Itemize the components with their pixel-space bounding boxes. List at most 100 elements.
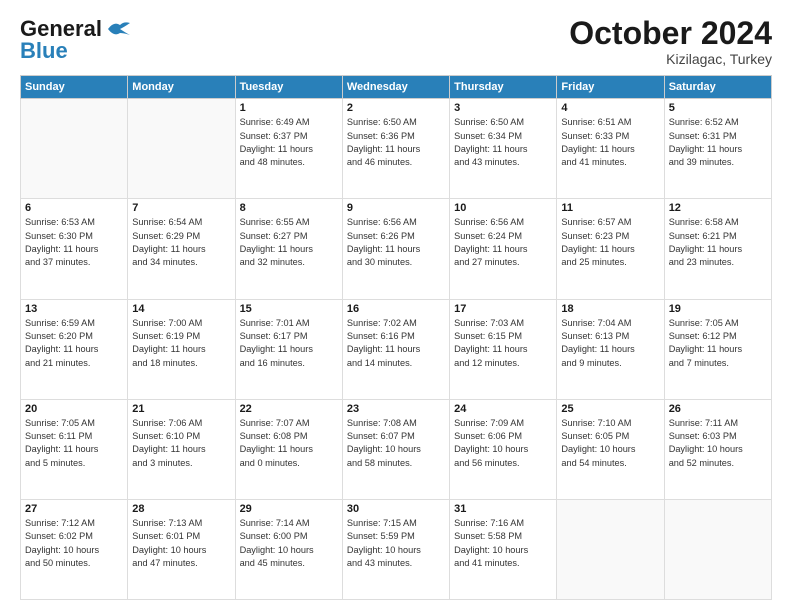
day-number: 28 <box>132 503 230 515</box>
cell-w4-d4: 24 Sunrise: 7:09 AMSunset: 6:06 PMDayligh… <box>450 399 557 499</box>
day-info: Sunrise: 7:06 AMSunset: 6:10 PMDaylight:… <box>132 417 230 470</box>
day-info: Sunrise: 7:10 AMSunset: 6:05 PMDaylight:… <box>561 417 659 470</box>
day-info: Sunrise: 7:08 AMSunset: 6:07 PMDaylight:… <box>347 417 445 470</box>
day-number: 15 <box>240 303 338 315</box>
week-row-4: 20Sunrise: 7:05 AMSunset: 6:11 PMDayligh… <box>21 399 772 499</box>
day-number: 27 <box>25 503 123 515</box>
day-info: Sunrise: 6:55 AMSunset: 6:27 PMDaylight:… <box>240 216 338 269</box>
day-info: Sunrise: 7:03 AMSunset: 6:15 PMDaylight:… <box>454 317 552 370</box>
day-info: Sunrise: 7:16 AMSunset: 5:58 PMDaylight:… <box>454 517 552 570</box>
day-number: 26 <box>669 403 767 415</box>
cell-w4-d3: 23Sunrise: 7:08 AMSunset: 6:07 PMDayligh… <box>342 399 449 499</box>
cell-w1-d6: 5 Sunrise: 6:52 AMSunset: 6:31 PMDaylight… <box>664 99 771 199</box>
day-number: 29 <box>240 503 338 515</box>
cell-w2-d3: 9 Sunrise: 6:56 AMSunset: 6:26 PMDaylight… <box>342 199 449 299</box>
day-number: 13 <box>25 303 123 315</box>
cell-w3-d1: 14 Sunrise: 7:00 AMSunset: 6:19 PMDayligh… <box>128 299 235 399</box>
cell-w2-d0: 6 Sunrise: 6:53 AMSunset: 6:30 PMDaylight… <box>21 199 128 299</box>
day-info: Sunrise: 7:12 AMSunset: 6:02 PMDaylight:… <box>25 517 123 570</box>
cell-w3-d4: 17 Sunrise: 7:03 AMSunset: 6:15 PMDayligh… <box>450 299 557 399</box>
day-number: 25 <box>561 403 659 415</box>
cell-w2-d6: 12 Sunrise: 6:58 AMSunset: 6:21 PMDayligh… <box>664 199 771 299</box>
cell-w1-d5: 4 Sunrise: 6:51 AMSunset: 6:33 PMDaylight… <box>557 99 664 199</box>
cell-w1-d2: 1 Sunrise: 6:49 AMSunset: 6:37 PMDaylight… <box>235 99 342 199</box>
day-info: Sunrise: 7:00 AMSunset: 6:19 PMDaylight:… <box>132 317 230 370</box>
day-number: 5 <box>669 102 767 114</box>
page: General Blue October 2024 Kizilagac, Tur… <box>0 0 792 612</box>
cell-w1-d1 <box>128 99 235 199</box>
cell-w3-d5: 18Sunrise: 7:04 AMSunset: 6:13 PMDayligh… <box>557 299 664 399</box>
day-info: Sunrise: 6:56 AMSunset: 6:26 PMDaylight:… <box>347 216 445 269</box>
col-wednesday: Wednesday <box>342 76 449 99</box>
col-saturday: Saturday <box>664 76 771 99</box>
day-number: 14 <box>132 303 230 315</box>
week-row-5: 27 Sunrise: 7:12 AMSunset: 6:02 PMDayligh… <box>21 499 772 599</box>
cell-w5-d1: 28 Sunrise: 7:13 AMSunset: 6:01 PMDayligh… <box>128 499 235 599</box>
cell-w3-d2: 15 Sunrise: 7:01 AMSunset: 6:17 PMDayligh… <box>235 299 342 399</box>
day-number: 24 <box>454 403 552 415</box>
day-info: Sunrise: 6:51 AMSunset: 6:33 PMDaylight:… <box>561 116 659 169</box>
cell-w4-d6: 26 Sunrise: 7:11 AMSunset: 6:03 PMDayligh… <box>664 399 771 499</box>
cell-w5-d5 <box>557 499 664 599</box>
cell-w2-d1: 7Sunrise: 6:54 AMSunset: 6:29 PMDaylight… <box>128 199 235 299</box>
day-number: 8 <box>240 202 338 214</box>
location-subtitle: Kizilagac, Turkey <box>569 51 772 67</box>
day-number: 7 <box>132 202 230 214</box>
day-info: Sunrise: 7:05 AMSunset: 6:12 PMDaylight:… <box>669 317 767 370</box>
day-info: Sunrise: 6:49 AMSunset: 6:37 PMDaylight:… <box>240 116 338 169</box>
day-number: 31 <box>454 503 552 515</box>
day-number: 11 <box>561 202 659 214</box>
day-number: 9 <box>347 202 445 214</box>
week-row-2: 6 Sunrise: 6:53 AMSunset: 6:30 PMDaylight… <box>21 199 772 299</box>
col-monday: Monday <box>128 76 235 99</box>
title-block: October 2024 Kizilagac, Turkey <box>569 16 772 67</box>
day-info: Sunrise: 6:53 AMSunset: 6:30 PMDaylight:… <box>25 216 123 269</box>
day-number: 20 <box>25 403 123 415</box>
day-info: Sunrise: 6:57 AMSunset: 6:23 PMDaylight:… <box>561 216 659 269</box>
day-info: Sunrise: 7:09 AMSunset: 6:06 PMDaylight:… <box>454 417 552 470</box>
day-number: 17 <box>454 303 552 315</box>
day-number: 3 <box>454 102 552 114</box>
day-info: Sunrise: 7:11 AMSunset: 6:03 PMDaylight:… <box>669 417 767 470</box>
cell-w5-d2: 29 Sunrise: 7:14 AMSunset: 6:00 PMDayligh… <box>235 499 342 599</box>
day-number: 4 <box>561 102 659 114</box>
day-number: 19 <box>669 303 767 315</box>
logo-bird-icon <box>106 19 132 39</box>
day-info: Sunrise: 6:59 AMSunset: 6:20 PMDaylight:… <box>25 317 123 370</box>
day-number: 1 <box>240 102 338 114</box>
day-info: Sunrise: 6:58 AMSunset: 6:21 PMDaylight:… <box>669 216 767 269</box>
cell-w4-d5: 25 Sunrise: 7:10 AMSunset: 6:05 PMDayligh… <box>557 399 664 499</box>
day-number: 30 <box>347 503 445 515</box>
day-number: 12 <box>669 202 767 214</box>
col-sunday: Sunday <box>21 76 128 99</box>
day-info: Sunrise: 7:15 AMSunset: 5:59 PMDaylight:… <box>347 517 445 570</box>
day-number: 21 <box>132 403 230 415</box>
cell-w3-d3: 16Sunrise: 7:02 AMSunset: 6:16 PMDayligh… <box>342 299 449 399</box>
cell-w2-d5: 11 Sunrise: 6:57 AMSunset: 6:23 PMDayligh… <box>557 199 664 299</box>
day-info: Sunrise: 6:56 AMSunset: 6:24 PMDaylight:… <box>454 216 552 269</box>
day-info: Sunrise: 7:14 AMSunset: 6:00 PMDaylight:… <box>240 517 338 570</box>
cell-w5-d3: 30 Sunrise: 7:15 AMSunset: 5:59 PMDayligh… <box>342 499 449 599</box>
day-info: Sunrise: 7:01 AMSunset: 6:17 PMDaylight:… <box>240 317 338 370</box>
cell-w5-d6 <box>664 499 771 599</box>
cell-w4-d1: 21 Sunrise: 7:06 AMSunset: 6:10 PMDayligh… <box>128 399 235 499</box>
day-number: 6 <box>25 202 123 214</box>
day-info: Sunrise: 6:50 AMSunset: 6:34 PMDaylight:… <box>454 116 552 169</box>
cell-w3-d0: 13 Sunrise: 6:59 AMSunset: 6:20 PMDayligh… <box>21 299 128 399</box>
col-friday: Friday <box>557 76 664 99</box>
month-title: October 2024 <box>569 16 772 51</box>
cell-w5-d0: 27 Sunrise: 7:12 AMSunset: 6:02 PMDayligh… <box>21 499 128 599</box>
day-info: Sunrise: 6:50 AMSunset: 6:36 PMDaylight:… <box>347 116 445 169</box>
calendar-table: Sunday Monday Tuesday Wednesday Thursday… <box>20 75 772 600</box>
cell-w5-d4: 31 Sunrise: 7:16 AMSunset: 5:58 PMDayligh… <box>450 499 557 599</box>
day-info: Sunrise: 7:02 AMSunset: 6:16 PMDaylight:… <box>347 317 445 370</box>
day-info: Sunrise: 7:07 AMSunset: 6:08 PMDaylight:… <box>240 417 338 470</box>
cell-w2-d4: 10Sunrise: 6:56 AMSunset: 6:24 PMDayligh… <box>450 199 557 299</box>
cell-w3-d6: 19 Sunrise: 7:05 AMSunset: 6:12 PMDayligh… <box>664 299 771 399</box>
cell-w1-d3: 2Sunrise: 6:50 AMSunset: 6:36 PMDaylight… <box>342 99 449 199</box>
day-info: Sunrise: 6:52 AMSunset: 6:31 PMDaylight:… <box>669 116 767 169</box>
day-info: Sunrise: 7:13 AMSunset: 6:01 PMDaylight:… <box>132 517 230 570</box>
logo-blue-text: Blue <box>20 38 68 64</box>
col-thursday: Thursday <box>450 76 557 99</box>
cell-w1-d4: 3 Sunrise: 6:50 AMSunset: 6:34 PMDaylight… <box>450 99 557 199</box>
